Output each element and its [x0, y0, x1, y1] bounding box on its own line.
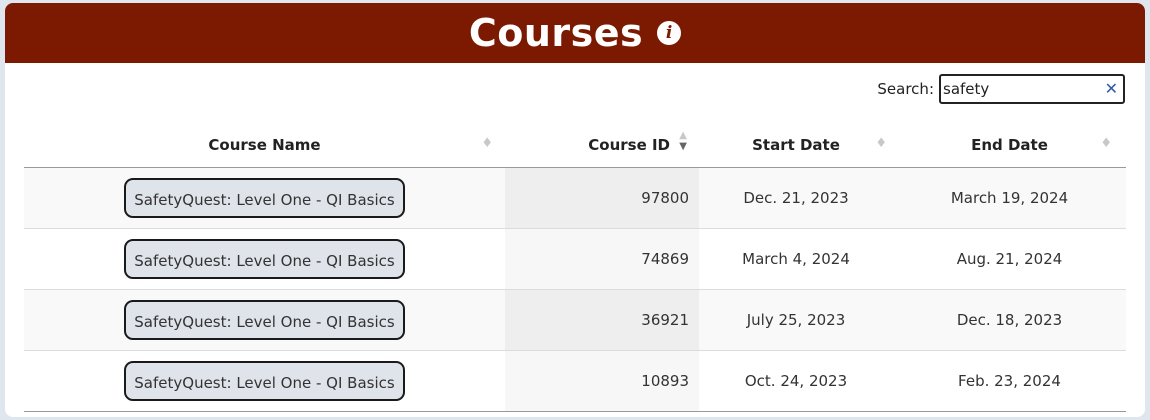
course-name-cell: SafetyQuest: Level One - QI Basics [24, 167, 505, 229]
end-date-cell: Aug. 21, 2024 [893, 228, 1126, 290]
end-date-cell: Dec. 18, 2023 [893, 289, 1126, 351]
search-box: ✕ [939, 74, 1125, 104]
course-name-button[interactable]: SafetyQuest: Level One - QI Basics [124, 361, 405, 401]
course-id-cell: 74869 [505, 228, 699, 290]
course-name-cell: SafetyQuest: Level One - QI Basics [24, 289, 505, 351]
info-icon[interactable]: i [657, 21, 682, 45]
course-name-cell: SafetyQuest: Level One - QI Basics [24, 228, 505, 290]
courses-panel: Courses i Search: ✕ Course Name ♦ Course… [5, 3, 1145, 417]
column-header-label: Course Name [208, 136, 321, 154]
page-header: Courses i [5, 3, 1145, 63]
sort-descending-icon: ▼ [679, 141, 687, 152]
end-date-cell: March 19, 2024 [893, 167, 1126, 229]
course-id-cell: 97800 [505, 167, 699, 229]
end-date-cell: Feb. 23, 2024 [893, 350, 1126, 412]
search-row: Search: ✕ [877, 74, 1125, 104]
sort-both-icon: ♦ [875, 136, 887, 151]
course-name-button[interactable]: SafetyQuest: Level One - QI Basics [124, 300, 405, 340]
table-header-row: Course Name ♦ Course ID ▲ ▼ Start Date ♦… [24, 123, 1126, 168]
column-header-end-date[interactable]: End Date ♦ [893, 123, 1126, 168]
course-id-cell: 36921 [505, 289, 699, 351]
course-name-cell: SafetyQuest: Level One - QI Basics [24, 350, 505, 412]
table-row: SafetyQuest: Level One - QI Basics 74869… [24, 228, 1126, 290]
page-title: Courses [468, 11, 644, 55]
sort-both-icon: ▲ [679, 130, 687, 141]
search-label: Search: [877, 80, 934, 98]
course-id-cell: 10893 [505, 350, 699, 412]
start-date-cell: Dec. 21, 2023 [699, 167, 893, 229]
column-header-course-id[interactable]: Course ID ▲ ▼ [505, 123, 699, 168]
search-input[interactable] [941, 76, 1103, 102]
column-header-start-date[interactable]: Start Date ♦ [699, 123, 893, 168]
courses-table: Course Name ♦ Course ID ▲ ▼ Start Date ♦… [24, 123, 1126, 412]
course-name-button[interactable]: SafetyQuest: Level One - QI Basics [124, 178, 405, 218]
table-row: SafetyQuest: Level One - QI Basics 97800… [24, 167, 1126, 229]
column-header-label: Course ID [588, 136, 670, 154]
clear-x-icon[interactable]: ✕ [1105, 79, 1118, 99]
column-header-label: Start Date [752, 136, 840, 154]
course-name-button[interactable]: SafetyQuest: Level One - QI Basics [124, 239, 405, 279]
table-row: SafetyQuest: Level One - QI Basics 36921… [24, 289, 1126, 351]
column-header-course-name[interactable]: Course Name ♦ [24, 123, 505, 168]
start-date-cell: March 4, 2024 [699, 228, 893, 290]
start-date-cell: July 25, 2023 [699, 289, 893, 351]
table-row: SafetyQuest: Level One - QI Basics 10893… [24, 350, 1126, 412]
column-header-label: End Date [971, 136, 1048, 154]
start-date-cell: Oct. 24, 2023 [699, 350, 893, 412]
sort-both-icon: ♦ [481, 136, 493, 151]
sort-both-icon: ♦ [1100, 136, 1112, 151]
